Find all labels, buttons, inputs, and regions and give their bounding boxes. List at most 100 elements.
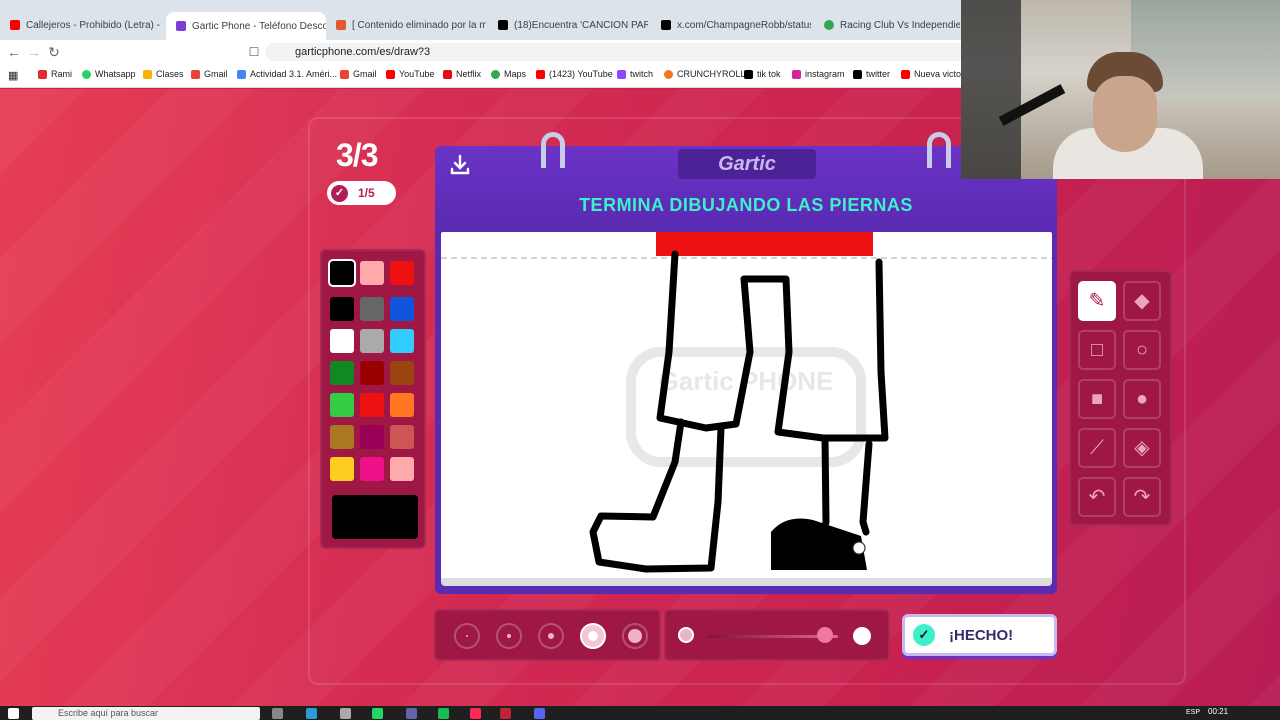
undo-icon[interactable]: ↶ [1078,477,1116,517]
color-swatch[interactable] [360,361,384,385]
bookmark-clases[interactable]: Clases [143,69,184,79]
color-swatch[interactable] [330,297,354,321]
bookmark-icon[interactable]: ☐ [246,44,262,60]
color-swatch[interactable] [390,297,414,321]
tab-tiktok[interactable]: (18)Encuentra 'CANCION PARA BEBO [498,14,648,36]
drawing-svg[interactable]: Gartic PHONE [441,232,1052,580]
task-view-icon[interactable] [272,708,283,719]
bookmark-actividad[interactable]: Actividad 3.1. Améri... [237,69,337,79]
streamer-face [1093,76,1157,152]
redo-icon[interactable]: ↷ [1123,477,1161,517]
brush-size-5[interactable] [622,623,648,649]
color-swatch[interactable] [330,425,354,449]
brush-size-2[interactable] [496,623,522,649]
fill-bucket-icon[interactable]: ◈ [1123,428,1161,468]
discord-icon[interactable] [534,708,545,719]
done-button[interactable]: ✓ ¡HECHO! [902,614,1057,656]
pencil-icon[interactable]: ✎ [1078,281,1116,321]
bookmark-gmail[interactable]: Gmail [191,69,228,79]
bookmark-maps[interactable]: Maps [491,69,526,79]
color-swatch[interactable] [360,297,384,321]
done-button-label: ¡HECHO! [949,626,1014,644]
color-swatch[interactable] [330,361,354,385]
brush-size-1[interactable] [454,623,480,649]
color-swatch[interactable] [360,329,384,353]
color-swatch[interactable] [390,329,414,353]
tab-reddit[interactable]: [ Contenido eliminado por la moder [336,14,486,36]
bookmark-twitch[interactable]: twitch [617,69,653,79]
color-swatch[interactable] [390,261,414,285]
language-indicator[interactable]: ESP [1186,709,1200,716]
youtube-icon [901,69,910,79]
color-swatch[interactable] [390,361,414,385]
reload-icon[interactable]: ↻ [46,44,62,60]
color-swatch[interactable] [328,259,356,287]
eraser-icon[interactable]: ◆ [1123,281,1161,321]
bookmark-nueva-victoria[interactable]: Nueva victori [901,69,966,79]
color-swatch[interactable] [330,329,354,353]
line-icon[interactable]: ⟋ [1078,428,1116,468]
taskbar-search-input[interactable]: Escribe aquí para buscar [32,707,260,720]
color-swatch[interactable] [390,457,414,481]
teams-icon[interactable] [406,708,417,719]
color-swatch[interactable] [390,393,414,417]
tab-gartic[interactable]: Gartic Phone - Teléfono Descon× [166,12,326,40]
drawn-shoe [771,518,867,570]
spotify-icon[interactable] [438,708,449,719]
bookmark-tiktok[interactable]: tik tok [744,69,781,79]
bookmark-whatsapp[interactable]: Whatsapp [82,69,136,79]
whatsapp-taskbar-icon[interactable] [372,708,383,719]
bookmark-youtube[interactable]: YouTube [386,69,434,79]
tab-x[interactable]: x.com/ChampagneRobb/status/2026 [661,14,811,36]
bookmark-gmail-2[interactable]: Gmail [340,69,377,79]
square-outline-icon[interactable]: □ [1078,330,1116,370]
bookmark-youtube-2[interactable]: (1423) YouTube [536,69,613,79]
brush-size-4[interactable] [580,623,606,649]
circle-filled-icon[interactable]: ● [1123,379,1161,419]
brush-size-bar [434,609,661,661]
gmail-icon [191,69,200,79]
windows-start-icon[interactable] [8,708,19,719]
opacity-slider[interactable] [664,609,890,661]
bookmark-twitter[interactable]: twitter [853,69,890,79]
opacity-handle[interactable] [817,627,833,643]
edge-icon[interactable] [306,708,317,719]
twitch-icon [617,69,626,79]
color-swatch[interactable] [390,425,414,449]
url-input[interactable]: garticphone.com/es/draw?3 [265,43,965,61]
apps-icon[interactable]: ▦ [8,69,18,82]
taskbar-clock[interactable]: 00:21 [1208,707,1228,716]
drawing-canvas[interactable]: Gartic PHONE [441,232,1052,580]
tab-youtube[interactable]: Callejeros - Prohibido (Letra) - Yo [10,14,160,36]
bookmark-rami[interactable]: Rami [38,69,72,79]
tiktok-icon [744,69,753,79]
youtube-icon [536,69,545,79]
netflix-icon [443,69,452,79]
color-swatch[interactable] [360,261,384,285]
bookmark-instagram[interactable]: instagram [792,69,845,79]
crunchyroll-icon [664,69,673,79]
color-swatch[interactable] [360,457,384,481]
reddit-icon [336,20,346,30]
color-swatch[interactable] [330,457,354,481]
back-icon[interactable]: ← [6,44,22,60]
color-swatch[interactable] [360,393,384,417]
download-icon[interactable] [449,154,471,182]
docs-icon [237,69,246,79]
forward-icon[interactable]: → [26,44,42,60]
app-icon[interactable] [500,708,511,719]
steam-icon[interactable] [340,708,351,719]
brush-size-3[interactable] [538,623,564,649]
circle-outline-icon[interactable]: ○ [1123,330,1161,370]
gmail-icon [340,69,349,79]
binder-ring-left [541,132,565,168]
tab-racing[interactable]: Racing Club Vs Independiente Rival [824,14,960,36]
opera-gx-icon[interactable] [470,708,481,719]
maps-icon [491,69,500,79]
color-swatch[interactable] [330,393,354,417]
check-icon: ✓ [913,624,935,646]
bookmark-crunchyroll[interactable]: CRUNCHYROLL [664,69,746,79]
bookmark-netflix[interactable]: Netflix [443,69,481,79]
color-swatch[interactable] [360,425,384,449]
square-filled-icon[interactable]: ■ [1078,379,1116,419]
